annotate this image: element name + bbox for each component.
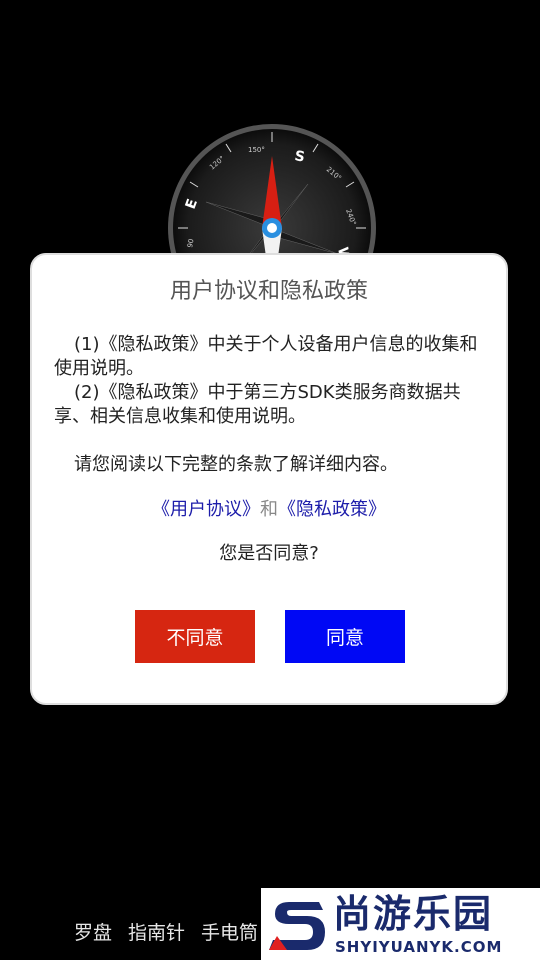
disagree-button[interactable]: 不同意 [135, 610, 255, 663]
nav-item-flashlight[interactable]: 手电筒 [201, 918, 258, 945]
nav-item-guide[interactable]: 指南针 [128, 918, 185, 945]
watermark-url: SHYIYUANYK.COM [335, 938, 503, 956]
dialog-title: 用户协议和隐私政策 [169, 279, 368, 304]
dialog-item-1: (1)《隐私政策》中关于个人设备用户信息的收集和使用说明。 [54, 334, 478, 379]
bottom-nav: 罗盘 指南针 手电筒 [74, 918, 258, 945]
compass-deg-150: 150° [248, 146, 265, 154]
privacy-dialog: 用户协议和隐私政策 (1)《隐私政策》中关于个人设备用户信息的收集和使用说明。 … [30, 253, 508, 705]
dialog-body: (1)《隐私政策》中关于个人设备用户信息的收集和使用说明。 (2)《隐私政策》中… [54, 333, 480, 477]
agree-button[interactable]: 同意 [285, 610, 405, 663]
and-text: 和 [260, 499, 278, 520]
nav-item-compass[interactable]: 罗盘 [74, 918, 112, 945]
dialog-notice: 请您阅读以下完整的条款了解详细内容。 [74, 454, 398, 475]
user-agreement-link[interactable]: 《用户协议》 [152, 499, 260, 520]
compass-deg-90: 90 [186, 238, 195, 248]
watermark-logo: 尚游乐园 SHYIYUANYK.COM [261, 888, 540, 960]
agreement-links: 《用户协议》和《隐私政策》 [32, 495, 506, 521]
consent-question: 您是否同意? [219, 543, 319, 564]
privacy-policy-link[interactable]: 《隐私政策》 [278, 499, 386, 520]
dialog-item-2: (2)《隐私政策》中于第三方SDK类服务商数据共享、相关信息收集和使用说明。 [54, 382, 461, 427]
watermark-s-icon [269, 902, 325, 950]
watermark-brand: 尚游乐园 [333, 892, 494, 936]
